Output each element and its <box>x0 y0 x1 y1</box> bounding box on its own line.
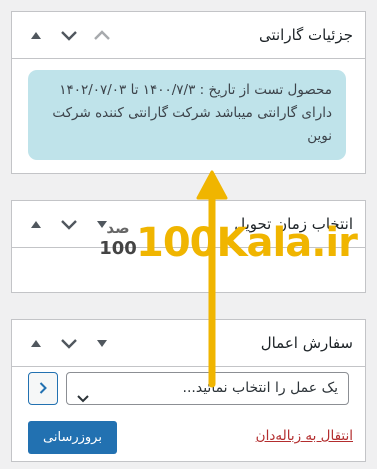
move-down-icon[interactable] <box>59 214 79 234</box>
actions-box-header: سفارش اعمال <box>12 320 365 367</box>
move-to-trash-link[interactable]: انتقال به زباله‌دان <box>256 428 353 444</box>
box-controls <box>26 12 112 58</box>
chevron-right-icon <box>39 379 47 398</box>
watermark-brand: 100Kala.ir <box>136 220 358 266</box>
warranty-box-title: جزئیات گارانتی <box>258 26 353 44</box>
box-controls <box>26 320 112 366</box>
actions-box-title: سفارش اعمال <box>260 334 353 352</box>
apply-action-button[interactable] <box>28 372 58 405</box>
warranty-info-text: محصول تست از تاریخ : ۱۴۰۰/۷/۳ تا ۱۴۰۲/۰۷… <box>28 70 346 160</box>
collapse-toggle-icon[interactable] <box>92 25 112 45</box>
chevron-down-icon <box>77 384 89 415</box>
update-order-button[interactable]: بروزرسانی <box>28 421 117 454</box>
move-up-icon[interactable] <box>26 214 46 234</box>
watermark-logo-top: صد <box>106 219 130 237</box>
warranty-box-header: جزئیات گارانتی <box>12 12 365 59</box>
watermark-logo: صد 100 <box>98 220 138 266</box>
collapse-toggle-icon[interactable] <box>92 333 112 353</box>
watermark: صد 100 100Kala.ir <box>98 218 358 268</box>
move-down-icon[interactable] <box>59 333 79 353</box>
move-down-icon[interactable] <box>59 25 79 45</box>
warranty-details-box: جزئیات گارانتی محصول تست از تاریخ : ۱۴۰۰… <box>11 11 366 174</box>
move-up-icon[interactable] <box>26 25 46 45</box>
annotation-arrow-icon <box>196 170 228 388</box>
move-up-icon[interactable] <box>26 333 46 353</box>
order-actions-box: سفارش اعمال یک عمل را انتخاب نمائید... ب… <box>11 319 366 462</box>
watermark-logo-bottom: 100 <box>99 238 137 259</box>
